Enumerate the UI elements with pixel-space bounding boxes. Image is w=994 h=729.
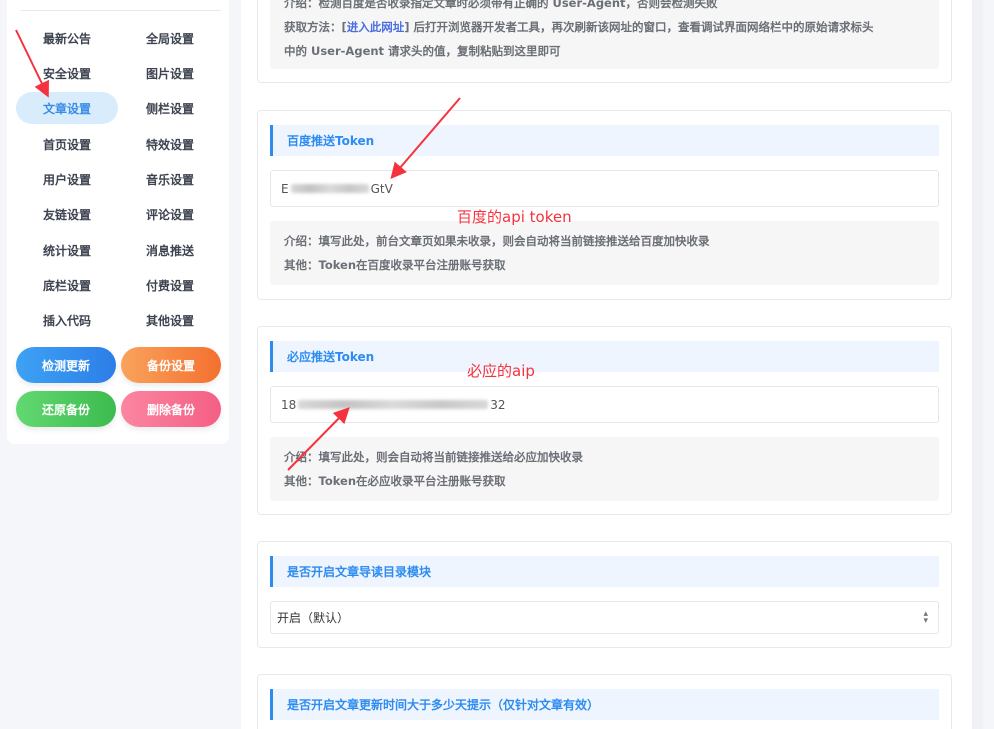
sidebar-item-other[interactable]: 其他设置 [119, 304, 221, 336]
check-update-button[interactable]: 检测更新 [16, 347, 116, 383]
sidebar-item-home[interactable]: 首页设置 [16, 128, 118, 160]
sidebar-item-sidebar[interactable]: 侧栏设置 [119, 92, 221, 124]
toc-select-value: 开启（默认） [277, 611, 350, 625]
sidebar-item-push[interactable]: 消息推送 [119, 234, 221, 266]
sidebar-item-security[interactable]: 安全设置 [16, 57, 118, 89]
baidu-token-intro: 介绍：填写此处，前台文章页如果未收录，则会自动将当前链接推送给百度加快收录 [284, 234, 710, 248]
user-agent-description: 介绍：检测百度是否收录指定文章时必须带有正确的 User-Agent，否则会检测… [270, 0, 939, 69]
baidu-token-description: 介绍：填写此处，前台文章页如果未收录，则会自动将当前链接推送给百度加快收录 其他… [270, 221, 939, 285]
sidebar-item-users[interactable]: 用户设置 [16, 163, 118, 195]
sidebar-item-music[interactable]: 音乐设置 [119, 163, 221, 195]
baidu-token-card: 百度推送Token E GtV 介绍：填写此处，前台文章页如果未收录，则会自动将当… [257, 110, 952, 300]
bing-token-other: 其他：Token在必应收录平台注册账号获取 [284, 474, 506, 488]
backup-button[interactable]: 备份设置 [121, 347, 221, 383]
sidebar-item-comments[interactable]: 评论设置 [119, 198, 221, 230]
select-arrows-icon: ▴ ▾ [923, 608, 928, 626]
scrollbar[interactable] [972, 0, 983, 729]
sidebar-divider [20, 10, 221, 11]
user-agent-card: 介绍：检测百度是否收录指定文章时必须带有正确的 User-Agent，否则会检测… [257, 0, 952, 83]
sidebar-item-footer[interactable]: 底栏设置 [16, 269, 118, 301]
baidu-annotation-label: 百度的api token [457, 208, 572, 226]
sidebar-item-images[interactable]: 图片设置 [119, 57, 221, 89]
sidebar-item-code[interactable]: 插入代码 [16, 304, 118, 336]
bing-token-card: 必应推送Token 18 32 介绍：填写此处，则会自动将当前链接推送给必应加快收… [257, 326, 952, 515]
toc-card: 是否开启文章导读目录模块 开启（默认） ▴ ▾ [257, 541, 952, 648]
baidu-token-input[interactable]: E GtV [270, 170, 939, 207]
sidebar-item-links[interactable]: 友链设置 [16, 198, 118, 230]
bing-token-intro: 介绍：填写此处，则会自动将当前链接推送给必应加快收录 [284, 450, 583, 464]
update-time-card: 是否开启文章更新时间大于多少天提示（仅针对文章有效） [257, 674, 952, 729]
user-agent-method: 获取方法：[进入此网址] 后打开浏览器开发者工具，再次刷新该网址的窗口，查看调试… [284, 20, 874, 34]
sidebar-item-effects[interactable]: 特效设置 [119, 128, 221, 160]
bing-token-title: 必应推送Token [270, 341, 939, 372]
update-time-title: 是否开启文章更新时间大于多少天提示（仅针对文章有效） [270, 689, 939, 720]
bing-annotation-label: 必应的aip [467, 362, 535, 380]
sidebar-item-stats[interactable]: 统计设置 [16, 234, 118, 266]
toc-title: 是否开启文章导读目录模块 [270, 556, 939, 587]
sidebar-item-article[interactable]: 文章设置 [16, 92, 118, 124]
settings-panel: 介绍：检测百度是否收录指定文章时必须带有正确的 User-Agent，否则会检测… [241, 0, 983, 729]
bing-token-description: 介绍：填写此处，则会自动将当前链接推送给必应加快收录 其他：Token在必应收录… [270, 437, 939, 501]
toc-select[interactable]: 开启（默认） ▴ ▾ [270, 601, 939, 634]
restore-backup-button[interactable]: 还原备份 [16, 391, 116, 427]
delete-backup-button[interactable]: 删除备份 [121, 391, 221, 427]
sidebar-item-global[interactable]: 全局设置 [119, 22, 221, 54]
user-agent-method-line2: 中的 User-Agent 请求头的值，复制粘贴到这里即可 [284, 44, 561, 58]
enter-url-link[interactable]: 进入此网址 [347, 20, 405, 34]
user-agent-intro: 介绍：检测百度是否收录指定文章时必须带有正确的 User-Agent，否则会检测… [284, 0, 718, 10]
baidu-token-other: 其他：Token在百度收录平台注册账号获取 [284, 258, 506, 272]
sidebar-item-payment[interactable]: 付费设置 [119, 269, 221, 301]
bing-token-input[interactable]: 18 32 [270, 386, 939, 423]
sidebar-item-notice[interactable]: 最新公告 [16, 22, 118, 54]
sidebar: 最新公告 全局设置 安全设置 图片设置 文章设置 侧栏设置 首页设置 特效设置 … [7, 0, 229, 444]
baidu-token-title: 百度推送Token [270, 125, 939, 156]
